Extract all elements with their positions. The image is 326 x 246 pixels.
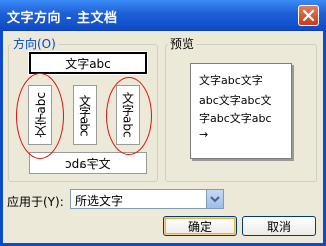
orientation-option-vertical-stacked[interactable]: 文字abc (73, 85, 97, 145)
ok-button[interactable]: 确定 (163, 216, 237, 236)
preview-line: 字abc文字abc (199, 112, 272, 125)
preview-group-label: 预览 (168, 35, 197, 52)
orientation-group-label: 方向(O) (11, 35, 58, 52)
dropdown-button[interactable] (206, 190, 223, 208)
chevron-down-icon (210, 196, 220, 203)
close-icon (302, 9, 315, 22)
orientation-option-text: 文字abc (120, 92, 135, 138)
orientation-option-horizontal[interactable]: 文字abc (29, 52, 147, 74)
title-bar: 文字方向 - 主文档 (0, 0, 326, 31)
orientation-option-vertical-rotated-right[interactable]: 文字abc (116, 85, 140, 145)
preview-arrow: → (199, 128, 209, 141)
close-button[interactable] (298, 5, 319, 26)
preview-line: 文字abc文字 (199, 74, 263, 87)
orientation-option-vertical-rotated-left[interactable]: 文字abc (28, 85, 52, 145)
apply-to-value: 所选文字 (75, 194, 124, 208)
orientation-option-text: 文字abc (77, 94, 92, 136)
orientation-option-text: 文字abc (65, 56, 111, 71)
orientation-option-text: 文字abc (33, 92, 48, 138)
cancel-button[interactable]: 取消 (242, 216, 316, 236)
orientation-option-horizontal-mirrored[interactable]: 文字abc (29, 152, 147, 174)
apply-to-select[interactable]: 所选文字 (70, 189, 224, 209)
preview-line: abc文字abc文 (199, 94, 272, 107)
orientation-option-text: 文字abc (65, 156, 111, 171)
window-title: 文字方向 - 主文档 (7, 11, 118, 26)
preview-page: 文字abc文字 abc文字abc文 字abc文字abc → (190, 63, 292, 159)
apply-to-label: 应用于(Y): (7, 195, 64, 209)
